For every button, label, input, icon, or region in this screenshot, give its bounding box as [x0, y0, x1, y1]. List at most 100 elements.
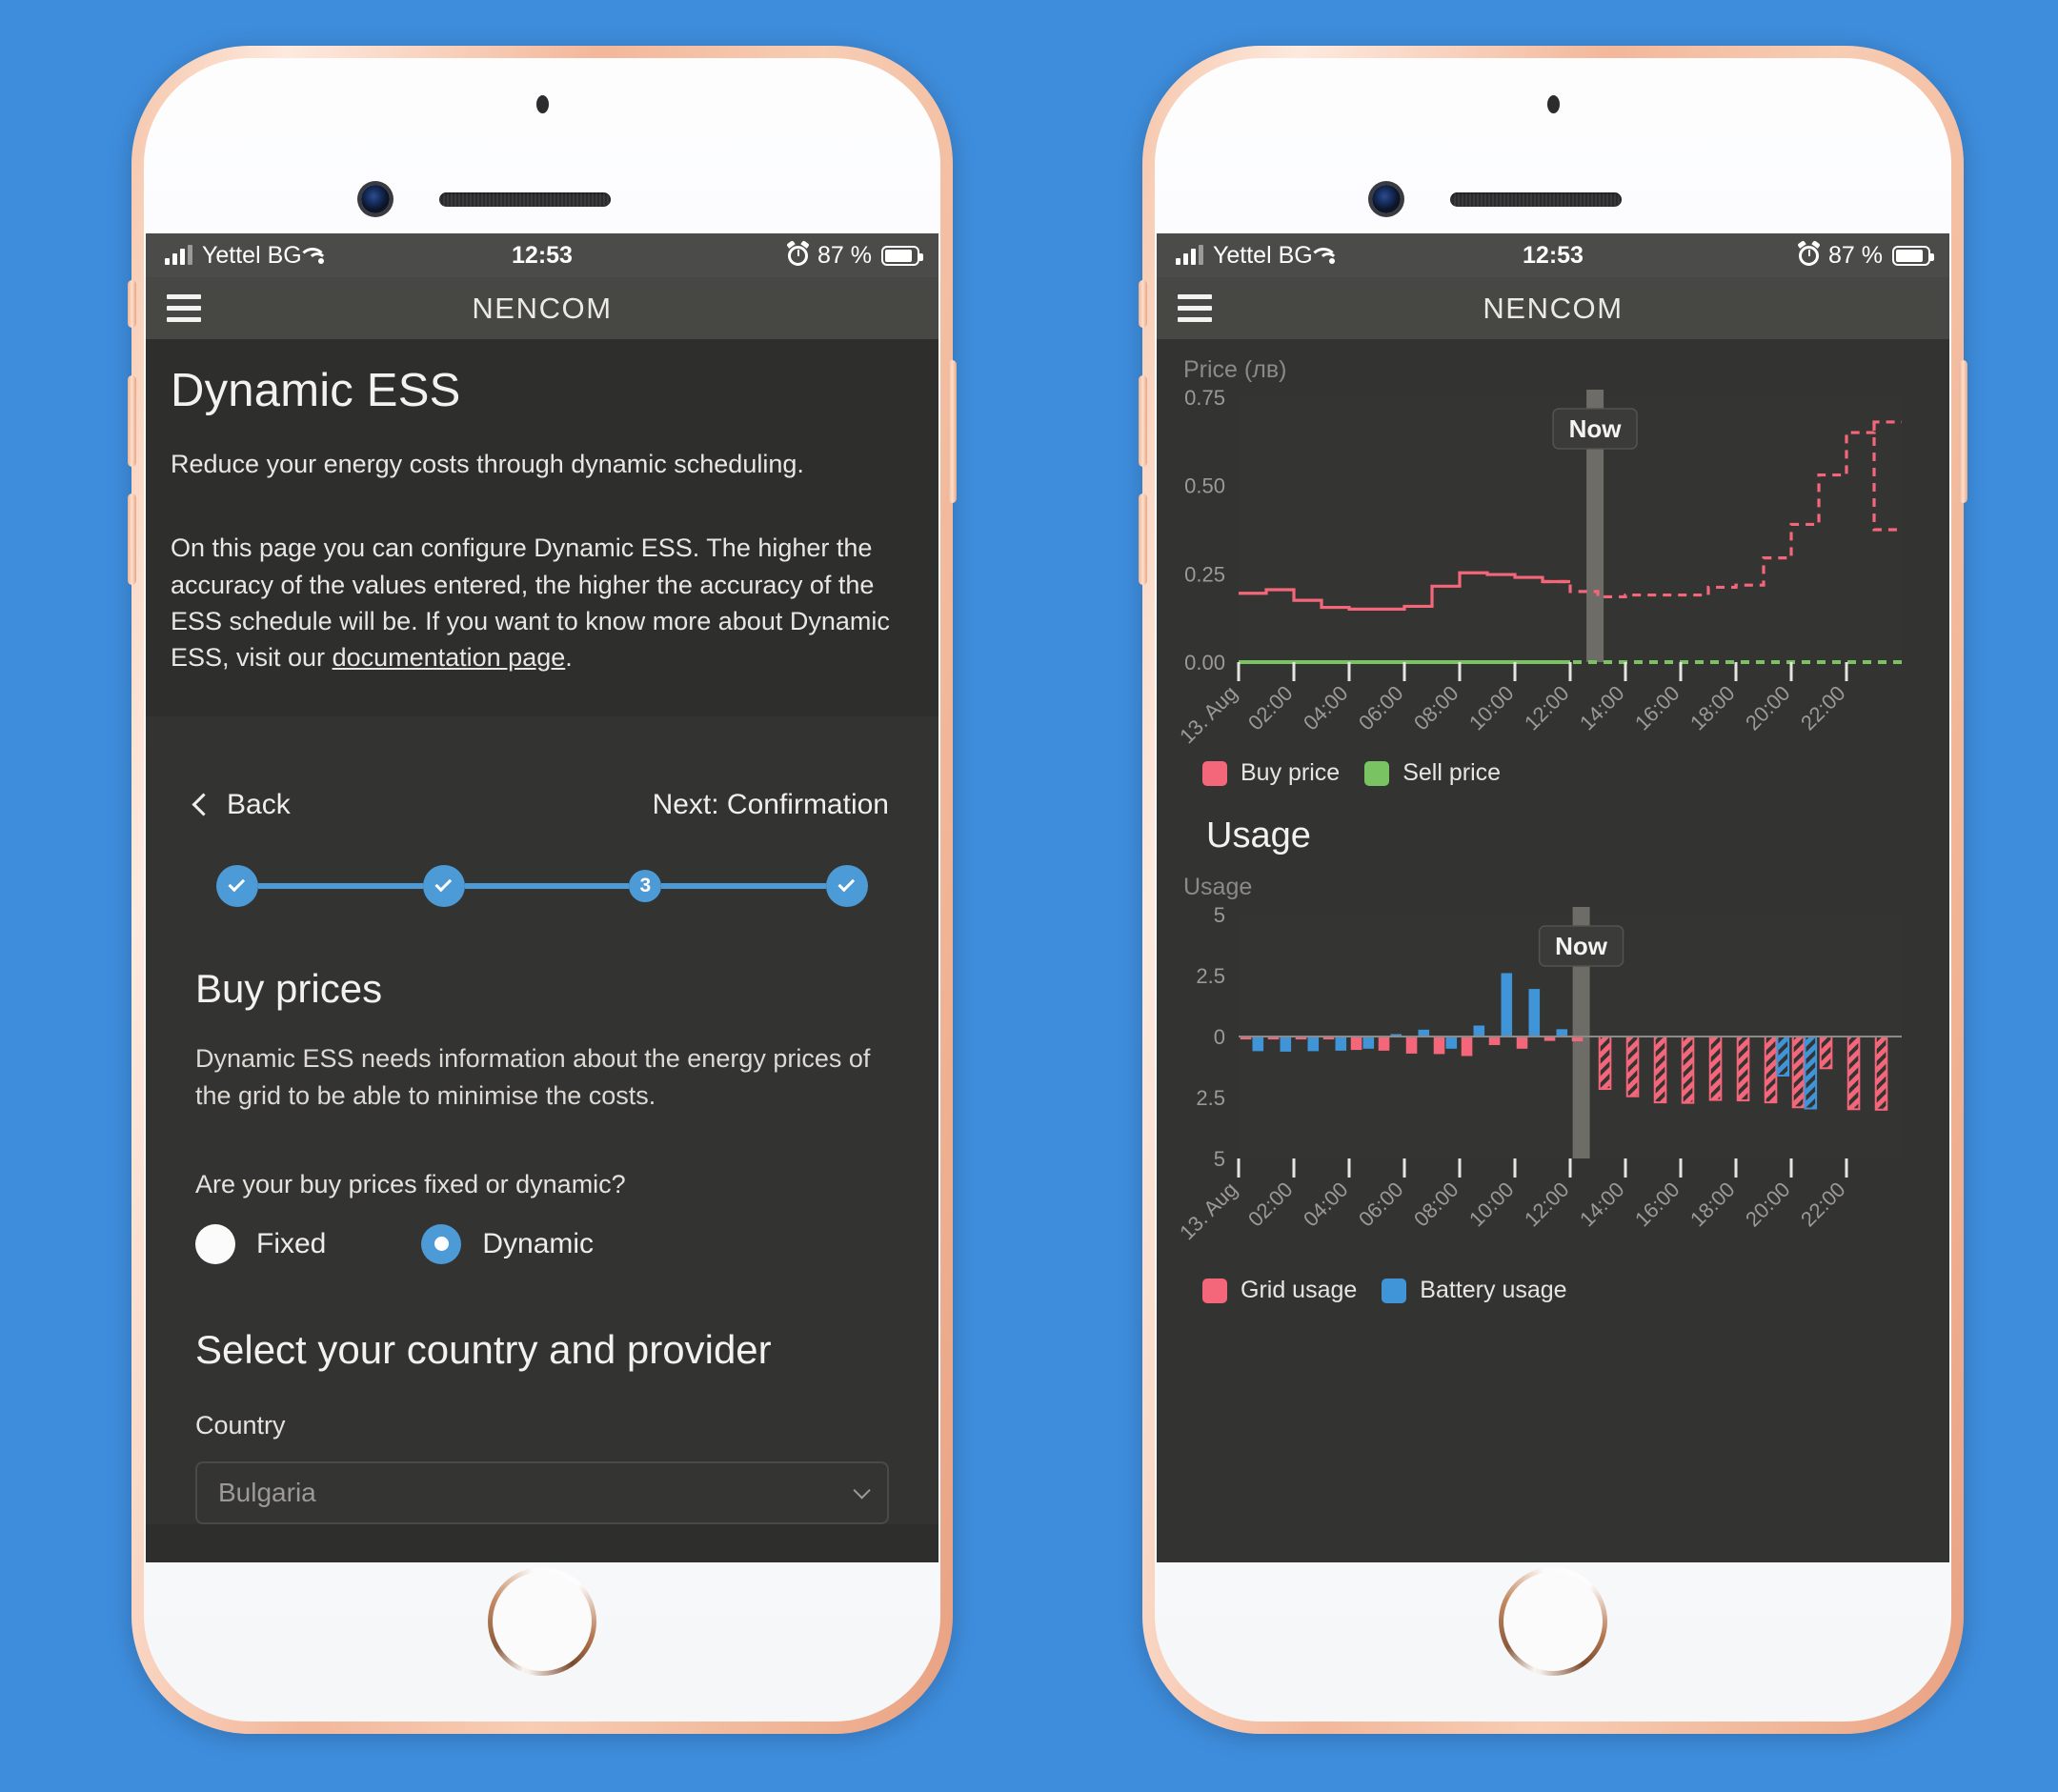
legend-swatch-sell-price [1364, 760, 1390, 786]
usage-chart-svg: 5 2.5 0 2.5 5 13. Aug 02:00 04:00 06:00 08:00 10:0… [1175, 903, 1902, 1244]
volume-up-button[interactable] [1139, 375, 1147, 467]
price-chart-ylabel: Price (лв) [1183, 356, 1287, 383]
country-field-label: Country [195, 1410, 286, 1440]
silent-switch[interactable] [128, 280, 136, 328]
price-chart-plot[interactable]: 0.00 0.25 0.50 0.75 13. Aug 02:00 04:00 06:00 08… [1157, 384, 1949, 746]
battery-icon [1892, 245, 1934, 266]
radio-option-fixed[interactable]: Fixed [195, 1223, 326, 1264]
legend-item-sell-price[interactable]: Sell price [1364, 759, 1501, 787]
svg-text:02:00: 02:00 [1243, 681, 1298, 735]
svg-text:12:00: 12:00 [1520, 1178, 1574, 1232]
intro-paragraph-1: Reduce your energy costs through dynamic… [171, 450, 804, 478]
earpiece-speaker-icon [1450, 192, 1622, 207]
wizard-stepper: 3 [195, 831, 889, 907]
status-bar: Yettel BG 12:53 87 % [1157, 233, 1949, 277]
cellular-signal-icon [1176, 245, 1203, 265]
legend-label-battery-usage: Battery usage [1420, 1277, 1567, 1303]
svg-text:22:00: 22:00 [1796, 1178, 1850, 1232]
legend-item-grid-usage[interactable]: Grid usage [1202, 1277, 1357, 1304]
legend-item-buy-price[interactable]: Buy price [1202, 759, 1340, 787]
phone-screen-left: Yettel BG 12:53 87 % NENCOM Dynamic ESS [146, 233, 938, 1562]
phone-device-right: Yettel BG 12:53 87 % NENCOM Price (лв) 0… [1139, 46, 1967, 1734]
page-title: Dynamic ESS [171, 365, 461, 416]
legend-swatch-battery-usage [1382, 1278, 1407, 1303]
app-navbar: NENCOM [1157, 277, 1949, 339]
svg-text:20:00: 20:00 [1741, 681, 1795, 735]
front-camera-icon [361, 185, 390, 213]
stepper-connector-2 [464, 882, 630, 889]
svg-text:5: 5 [1214, 903, 1225, 927]
usage-chart-plot[interactable]: 5 2.5 0 2.5 5 13. Aug 02:00 04:00 06:00 08:00 10:0… [1157, 901, 1949, 1263]
legend-label-sell-price: Sell price [1402, 759, 1502, 786]
volume-down-button[interactable] [128, 493, 136, 585]
svg-text:0.25: 0.25 [1184, 562, 1225, 586]
legend-swatch-grid-usage [1202, 1278, 1227, 1303]
svg-text:18:00: 18:00 [1685, 681, 1740, 735]
buy-prices-heading: Buy prices [195, 965, 383, 1011]
power-button[interactable] [1959, 360, 1967, 503]
intro-section: Dynamic ESS Reduce your energy costs thr… [146, 339, 938, 709]
svg-text:2.5: 2.5 [1196, 1086, 1225, 1110]
price-chart-svg: 0.00 0.25 0.50 0.75 13. Aug 02:00 04:00 06:00 08… [1175, 386, 1902, 746]
svg-text:2.5: 2.5 [1196, 964, 1225, 988]
legend-item-battery-usage[interactable]: Battery usage [1382, 1277, 1567, 1304]
hamburger-menu-icon[interactable] [1178, 294, 1212, 322]
price-chart-legend: Buy price Sell price [1157, 746, 1949, 787]
cellular-signal-icon [165, 245, 192, 265]
battery-percent-label: 87 % [817, 241, 872, 269]
radio-option-dynamic[interactable]: Dynamic [421, 1223, 595, 1264]
hamburger-menu-icon[interactable] [167, 294, 201, 322]
stepper-step-4[interactable] [826, 864, 869, 907]
earpiece-speaker-icon [439, 192, 611, 207]
svg-text:04:00: 04:00 [1299, 681, 1353, 735]
back-button[interactable]: Back [192, 788, 291, 821]
svg-text:0.75: 0.75 [1184, 386, 1225, 410]
silent-switch[interactable] [1139, 280, 1147, 328]
volume-down-button[interactable] [1139, 493, 1147, 585]
home-button[interactable] [488, 1567, 596, 1676]
country-select-value: Bulgaria [218, 1477, 316, 1507]
radio-fixed-input[interactable] [195, 1223, 235, 1264]
country-section-heading: Select your country and provider [195, 1326, 772, 1372]
svg-text:Now: Now [1555, 932, 1608, 960]
status-time: 12:53 [512, 241, 573, 269]
country-select[interactable]: Bulgaria [195, 1460, 889, 1524]
usage-chart-block: Usage Usage 5 2.5 0 2.5 5 13. Aug 02:00 04:00 06… [1157, 787, 1949, 1304]
radio-dynamic-input[interactable] [421, 1223, 462, 1264]
power-button[interactable] [948, 360, 957, 503]
intro-paragraph-2: On this page you can configure Dynamic E… [171, 530, 914, 675]
svg-text:04:00: 04:00 [1299, 1178, 1353, 1232]
documentation-page-link[interactable]: documentation page [333, 643, 566, 672]
app-title: NENCOM [472, 291, 613, 325]
phone-screen-right: Yettel BG 12:53 87 % NENCOM Price (лв) 0… [1157, 233, 1949, 1562]
page-content-left: Dynamic ESS Reduce your energy costs thr… [146, 339, 938, 1562]
stepper-step-2[interactable] [422, 864, 465, 907]
buy-prices-radio-group: Fixed Dynamic [195, 1223, 889, 1264]
home-button[interactable] [1499, 1567, 1607, 1676]
stepper-step-3[interactable]: 3 [629, 869, 662, 902]
stepper-connector-1 [258, 882, 423, 889]
svg-text:13. Aug: 13. Aug [1175, 1178, 1241, 1244]
status-time: 12:53 [1523, 241, 1584, 269]
buy-prices-description: Dynamic ESS needs information about the … [195, 1043, 871, 1110]
radio-dynamic-label: Dynamic [482, 1227, 595, 1259]
svg-text:14:00: 14:00 [1575, 681, 1629, 735]
svg-text:22:00: 22:00 [1796, 681, 1850, 735]
wizard-nav-row: Back Next: Confirmation [192, 745, 889, 831]
usage-chart-legend: Grid usage Battery usage [1157, 1263, 1949, 1304]
svg-text:10:00: 10:00 [1464, 1178, 1519, 1232]
next-step-label[interactable]: Next: Confirmation [653, 789, 889, 821]
battery-percent-label: 87 % [1828, 241, 1883, 269]
check-icon [228, 875, 246, 893]
svg-text:13. Aug: 13. Aug [1175, 681, 1241, 746]
stepper-connector-3 [661, 882, 827, 889]
charts-container: Price (лв) 0.00 0.25 0.50 0.75 13. Aug 02:00 0… [1157, 339, 1949, 1562]
back-button-label: Back [227, 788, 291, 820]
stepper-step-1[interactable] [216, 864, 258, 907]
battery-icon [881, 245, 923, 266]
svg-text:Now: Now [1569, 414, 1623, 443]
proximity-sensor-icon [536, 95, 549, 113]
svg-text:14:00: 14:00 [1575, 1178, 1629, 1232]
volume-up-button[interactable] [128, 375, 136, 467]
legend-label-buy-price: Buy price [1241, 759, 1341, 786]
